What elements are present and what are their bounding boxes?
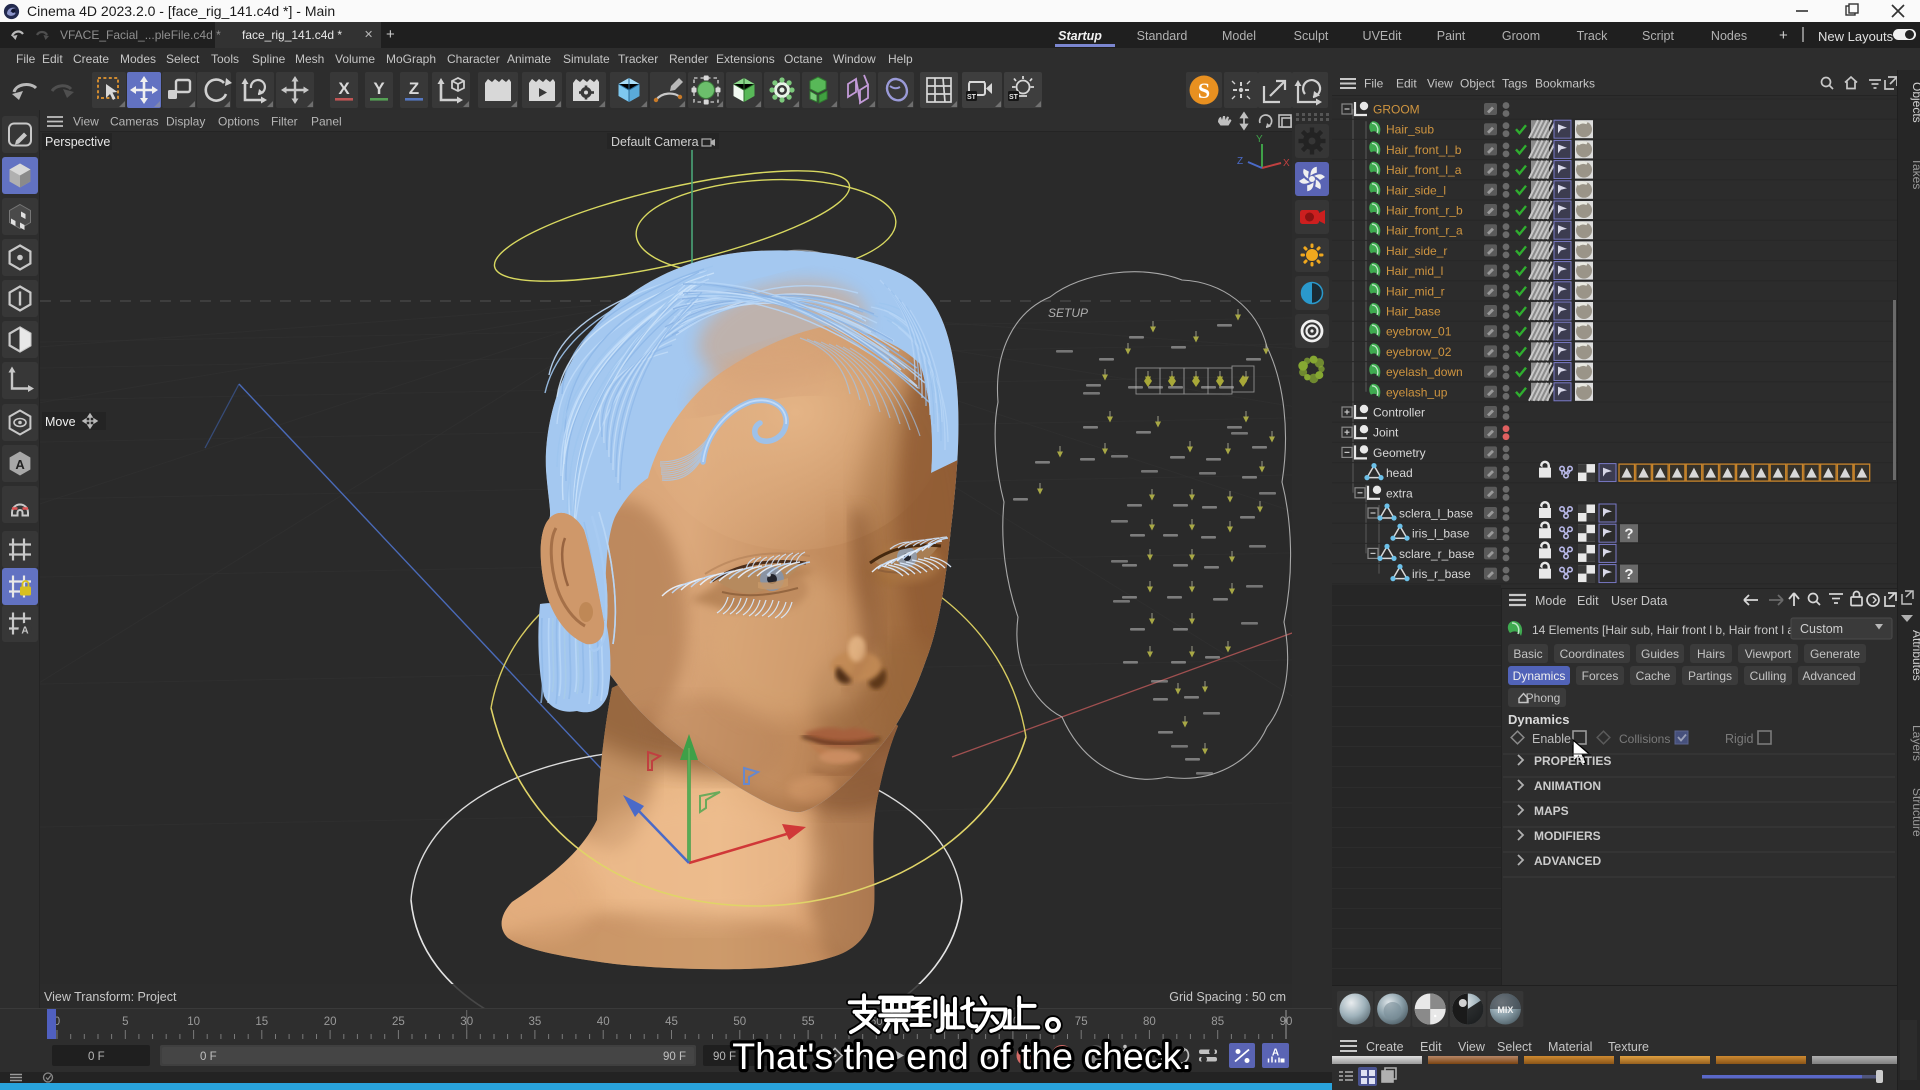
svg-text:PROPERTIES: PROPERTIES [1534,754,1611,768]
svg-text:Viewport: Viewport [1745,647,1792,661]
svg-text:Texture: Texture [1608,1040,1649,1054]
svg-text:sclera_l_base: sclera_l_base [1399,507,1473,521]
svg-text:head: head [1386,466,1413,480]
svg-text:A: A [15,457,25,472]
svg-text:Y: Y [373,79,385,98]
svg-text:That's the end of the check.: That's the end of the check. [732,1035,1192,1077]
svg-text:Panel: Panel [311,115,342,129]
svg-text:X: X [1283,158,1290,169]
svg-text:Generate: Generate [1810,647,1860,661]
svg-text:Cache: Cache [1636,669,1671,683]
svg-text:ANIMATION: ANIMATION [1534,779,1601,793]
svg-text:Custom: Custom [1800,622,1843,636]
svg-text:MODIFIERS: MODIFIERS [1534,829,1601,843]
svg-text:Bookmarks: Bookmarks [1535,77,1595,91]
svg-text:Partings: Partings [1688,669,1732,683]
svg-text:?: ? [1624,526,1633,543]
svg-text:Advanced: Advanced [1802,669,1855,683]
svg-text:Default Camera: Default Camera [611,135,699,149]
svg-text:ST: ST [1009,94,1019,101]
svg-text:User Data: User Data [1611,594,1667,608]
svg-text:Phong: Phong [1526,691,1561,705]
svg-text:X: X [338,79,350,98]
svg-text:Attributes: Attributes [1910,630,1920,681]
svg-text:Hair_front_r_a: Hair_front_r_a [1386,224,1463,238]
svg-text:Create: Create [1366,1040,1404,1054]
svg-text:A: A [21,626,28,637]
svg-text:Coordinates: Coordinates [1560,647,1625,661]
svg-text:iris_l_base: iris_l_base [1412,527,1470,541]
svg-text:Basic: Basic [1513,647,1542,661]
svg-text:Objects: Objects [1910,82,1920,123]
svg-text:Options: Options [218,115,259,129]
svg-text:S: S [1198,78,1210,103]
svg-text:Collisions: Collisions [1619,732,1670,746]
svg-text:Hair_mid_r: Hair_mid_r [1386,284,1445,298]
svg-text:Cameras: Cameras [110,115,159,129]
svg-text:Z: Z [409,79,419,98]
svg-text:sclare_r_base: sclare_r_base [1399,547,1475,561]
svg-text:iris_r_base: iris_r_base [1412,567,1471,581]
svg-text:Controller: Controller [1373,406,1425,420]
svg-text:Edit: Edit [1420,1040,1442,1054]
svg-text:eyebrow_02: eyebrow_02 [1386,345,1452,359]
svg-text:MIX: MIX [1497,1005,1513,1015]
svg-text:14 Elements [Hair sub, Hair fr: 14 Elements [Hair sub, Hair front l b, H… [1532,623,1797,637]
svg-text:Hair_side_l: Hair_side_l [1386,183,1446,197]
svg-text:Object: Object [1460,77,1495,91]
svg-text:Layers: Layers [1910,725,1920,761]
svg-text:ST: ST [967,94,977,101]
svg-text:Joint: Joint [1373,426,1399,440]
svg-text:Hair_front_l_b: Hair_front_l_b [1386,143,1462,157]
svg-text:Tags: Tags [1502,77,1527,91]
svg-text:MAPS: MAPS [1534,804,1569,818]
svg-text:Dynamics: Dynamics [1513,669,1566,683]
svg-text:Filter: Filter [271,115,298,129]
svg-text:Z: Z [1237,156,1243,167]
svg-text:Hair_front_l_a: Hair_front_l_a [1386,163,1462,177]
svg-text:Edit: Edit [1577,594,1599,608]
svg-text:eyelash_down: eyelash_down [1386,365,1463,379]
svg-text:Geometry: Geometry [1373,446,1426,460]
svg-text:File: File [1364,77,1384,91]
svg-text:Material: Material [1548,1040,1592,1054]
svg-text:Enable: Enable [1532,732,1571,746]
svg-text:Hair_side_r: Hair_side_r [1386,244,1447,258]
svg-text:Structure: Structure [1910,788,1920,837]
svg-text:Hair_base: Hair_base [1386,305,1441,319]
svg-text:Hair_front_r_b: Hair_front_r_b [1386,204,1463,218]
svg-text:Edit: Edit [1396,77,1417,91]
svg-text:Hair_sub: Hair_sub [1386,123,1434,137]
svg-text:Dynamics: Dynamics [1508,712,1569,727]
svg-text:Guides: Guides [1641,647,1679,661]
svg-text:Hair_mid_l: Hair_mid_l [1386,264,1443,278]
svg-text:Rigid: Rigid [1725,732,1754,746]
svg-text:Select: Select [1497,1040,1532,1054]
svg-text:View: View [1427,77,1453,91]
svg-text:Culling: Culling [1750,669,1787,683]
svg-text:eyebrow_01: eyebrow_01 [1386,325,1452,339]
svg-text:GROOM: GROOM [1373,103,1420,117]
svg-text:eyelash_up: eyelash_up [1386,385,1448,399]
svg-text:Takes: Takes [1910,158,1920,189]
svg-text:ADVANCED: ADVANCED [1534,854,1601,868]
svg-text:?: ? [1624,566,1633,583]
svg-text:Hairs: Hairs [1697,647,1725,661]
svg-text:Perspective: Perspective [45,135,110,149]
svg-text:View: View [1458,1040,1486,1054]
svg-text:Y: Y [1256,134,1263,145]
svg-text:SETUP: SETUP [1048,306,1088,320]
svg-text:Forces: Forces [1582,669,1619,683]
svg-text:View: View [73,115,99,129]
svg-text:extra: extra [1386,486,1413,500]
svg-text:Mode: Mode [1535,594,1566,608]
svg-text:Display: Display [166,115,205,129]
svg-text:Move: Move [45,415,76,429]
